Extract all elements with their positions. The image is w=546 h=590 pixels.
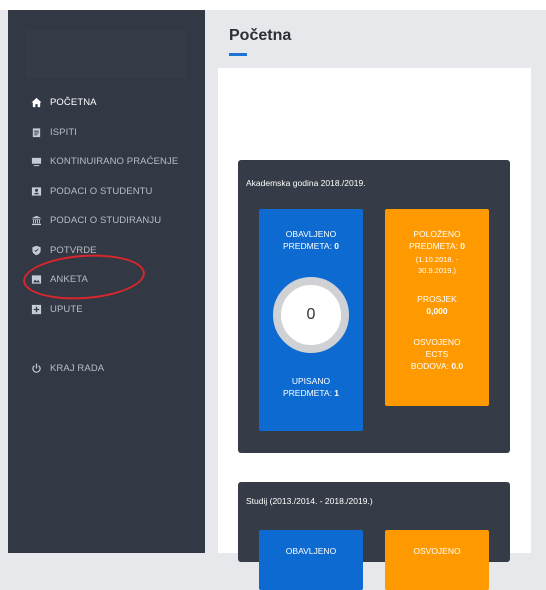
clipboard-icon: [30, 126, 42, 138]
sidebar-item-label: POTVRDE: [50, 244, 97, 256]
sidebar-item-pocetna[interactable]: POČETNA: [8, 88, 205, 118]
panel-title: Akademska godina 2018./2019.: [246, 178, 366, 188]
sidebar-item-label: KRAJ RADA: [50, 363, 105, 375]
logo-placeholder: [26, 30, 186, 78]
study-ects-card: OSVOJENO: [385, 530, 489, 590]
top-band: [0, 0, 546, 10]
sidebar-item-potvrde[interactable]: POTVRDE: [8, 236, 205, 266]
progress-circle: 0: [273, 277, 349, 353]
panel-title: Studij (2013./2014. - 2018./2019.): [246, 496, 373, 506]
passed-label: POLOŽENO PREDMETA: 0: [408, 229, 466, 251]
passed-courses-card: OBAVLJENO PREDMETA: 0 0 UPISANO PREDMETA…: [259, 209, 363, 431]
academic-year-panel: Akademska godina 2018./2019. OBAVLJENO P…: [238, 160, 510, 453]
study-panel: Studij (2013./2014. - 2018./2019.) OBAVL…: [238, 482, 510, 590]
sidebar-item-label: ANKETA: [50, 274, 88, 286]
sidebar-item-ispiti[interactable]: ISPITI: [8, 118, 205, 148]
power-icon: [30, 363, 42, 375]
sidebar-item-label: POČETNA: [50, 97, 97, 109]
sidebar-item-anketa[interactable]: ANKETA: [8, 265, 205, 295]
passed-value: 0: [460, 241, 466, 251]
sidebar-item-label: PODACI O STUDENTU: [50, 185, 153, 197]
user-card-icon: [30, 185, 42, 197]
sidebar-nav: POČETNA ISPITI KONTINUIRANO PRAĆENJE POD…: [8, 88, 205, 384]
title-underline: [229, 53, 247, 56]
sidebar-item-podaci-o-studentu[interactable]: PODACI O STUDENTU: [8, 177, 205, 207]
stats-card: POLOŽENO PREDMETA: 0 (1.10.2018. - 30.9.…: [385, 209, 489, 406]
sidebar-item-label: ISPITI: [50, 126, 77, 138]
image-icon: [30, 274, 42, 286]
sidebar-item-upute[interactable]: UPUTE: [8, 295, 205, 325]
enrolled-courses-value: 1: [334, 388, 340, 398]
study-passed-card: OBAVLJENO: [259, 530, 363, 590]
ects-label: OSVOJENO ECTS BODOVA: 0.0: [410, 337, 464, 371]
sidebar-item-label: UPUTE: [50, 303, 83, 315]
plus-square-icon: [30, 303, 42, 315]
page-title: Početna: [229, 27, 292, 44]
ects-value: 0.0: [451, 361, 464, 371]
sidebar: POČETNA ISPITI KONTINUIRANO PRAĆENJE POD…: [8, 10, 205, 553]
date-range: (1.10.2018. - 30.9.2019.): [415, 255, 459, 275]
average-value: 0,000: [426, 306, 448, 316]
monitor-icon: [30, 156, 42, 168]
passed-courses-value: 0: [334, 241, 340, 251]
average-label: PROSJEK 0,000: [417, 294, 457, 316]
shield-check-icon: [30, 244, 42, 256]
study-ects-label: OSVOJENO: [413, 546, 461, 556]
sidebar-item-label: KONTINUIRANO PRAĆENJE: [50, 156, 179, 168]
study-passed-label: OBAVLJENO: [285, 546, 337, 556]
home-icon: [30, 97, 42, 109]
enrolled-courses-label: UPISANO PREDMETA: 1: [282, 376, 340, 398]
sidebar-item-label: PODACI O STUDIRANJU: [50, 215, 162, 227]
sidebar-item-kontinuirano-pracenje[interactable]: KONTINUIRANO PRAĆENJE: [8, 147, 205, 177]
passed-courses-label: OBAVLJENO PREDMETA: 0: [282, 229, 340, 251]
sidebar-item-kraj-rada[interactable]: KRAJ RADA: [8, 354, 205, 384]
sidebar-item-podaci-o-studiranju[interactable]: PODACI O STUDIRANJU: [8, 206, 205, 236]
institution-icon: [30, 215, 42, 227]
